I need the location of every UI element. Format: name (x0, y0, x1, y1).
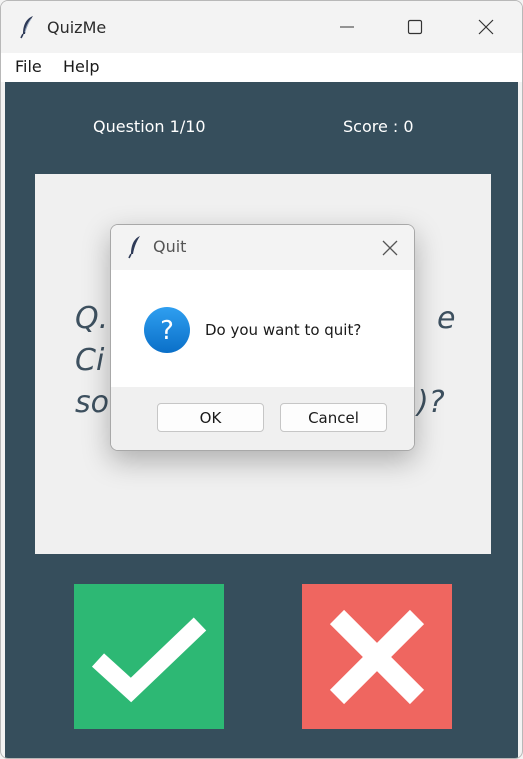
minimize-icon (340, 26, 354, 28)
dialog-body: ? Do you want to quit? (111, 270, 414, 387)
false-button[interactable] (302, 584, 452, 729)
feather-icon (20, 16, 33, 39)
close-icon (478, 19, 494, 35)
cancel-button[interactable]: Cancel (280, 403, 387, 432)
feather-icon (128, 236, 140, 259)
maximize-button[interactable] (392, 9, 438, 45)
dialog-message: Do you want to quit? (205, 321, 362, 339)
title-bar[interactable]: QuizMe (1, 1, 522, 53)
question-fragment: e (437, 301, 456, 336)
quit-dialog: Quit ? Do you want to quit? OK Cancel (110, 224, 415, 451)
question-counter: Question 1/10 (93, 117, 206, 136)
question-fragment: Ci (75, 343, 105, 378)
question-icon: ? (144, 307, 190, 353)
question-fragment: so (75, 385, 109, 420)
true-button[interactable] (74, 584, 224, 729)
cross-icon (329, 609, 425, 704)
ok-button[interactable]: OK (157, 403, 264, 432)
menu-file[interactable]: File (15, 57, 42, 76)
dialog-footer: OK Cancel (111, 387, 414, 450)
svg-text:?: ? (160, 316, 174, 346)
menu-bar: File Help (1, 53, 522, 82)
close-button[interactable] (463, 9, 509, 45)
window-title: QuizMe (47, 18, 107, 37)
question-fragment: )? (417, 385, 445, 420)
score-label: Score : 0 (343, 117, 414, 136)
question-fragment: Q. (75, 301, 109, 336)
dialog-title-bar[interactable]: Quit (111, 225, 414, 270)
dialog-close-button[interactable] (373, 231, 407, 265)
menu-help[interactable]: Help (63, 57, 99, 76)
checkmark-icon (91, 616, 207, 702)
dialog-title: Quit (153, 237, 187, 256)
minimize-button[interactable] (324, 9, 370, 45)
close-icon (382, 240, 398, 256)
maximize-icon (407, 19, 423, 35)
